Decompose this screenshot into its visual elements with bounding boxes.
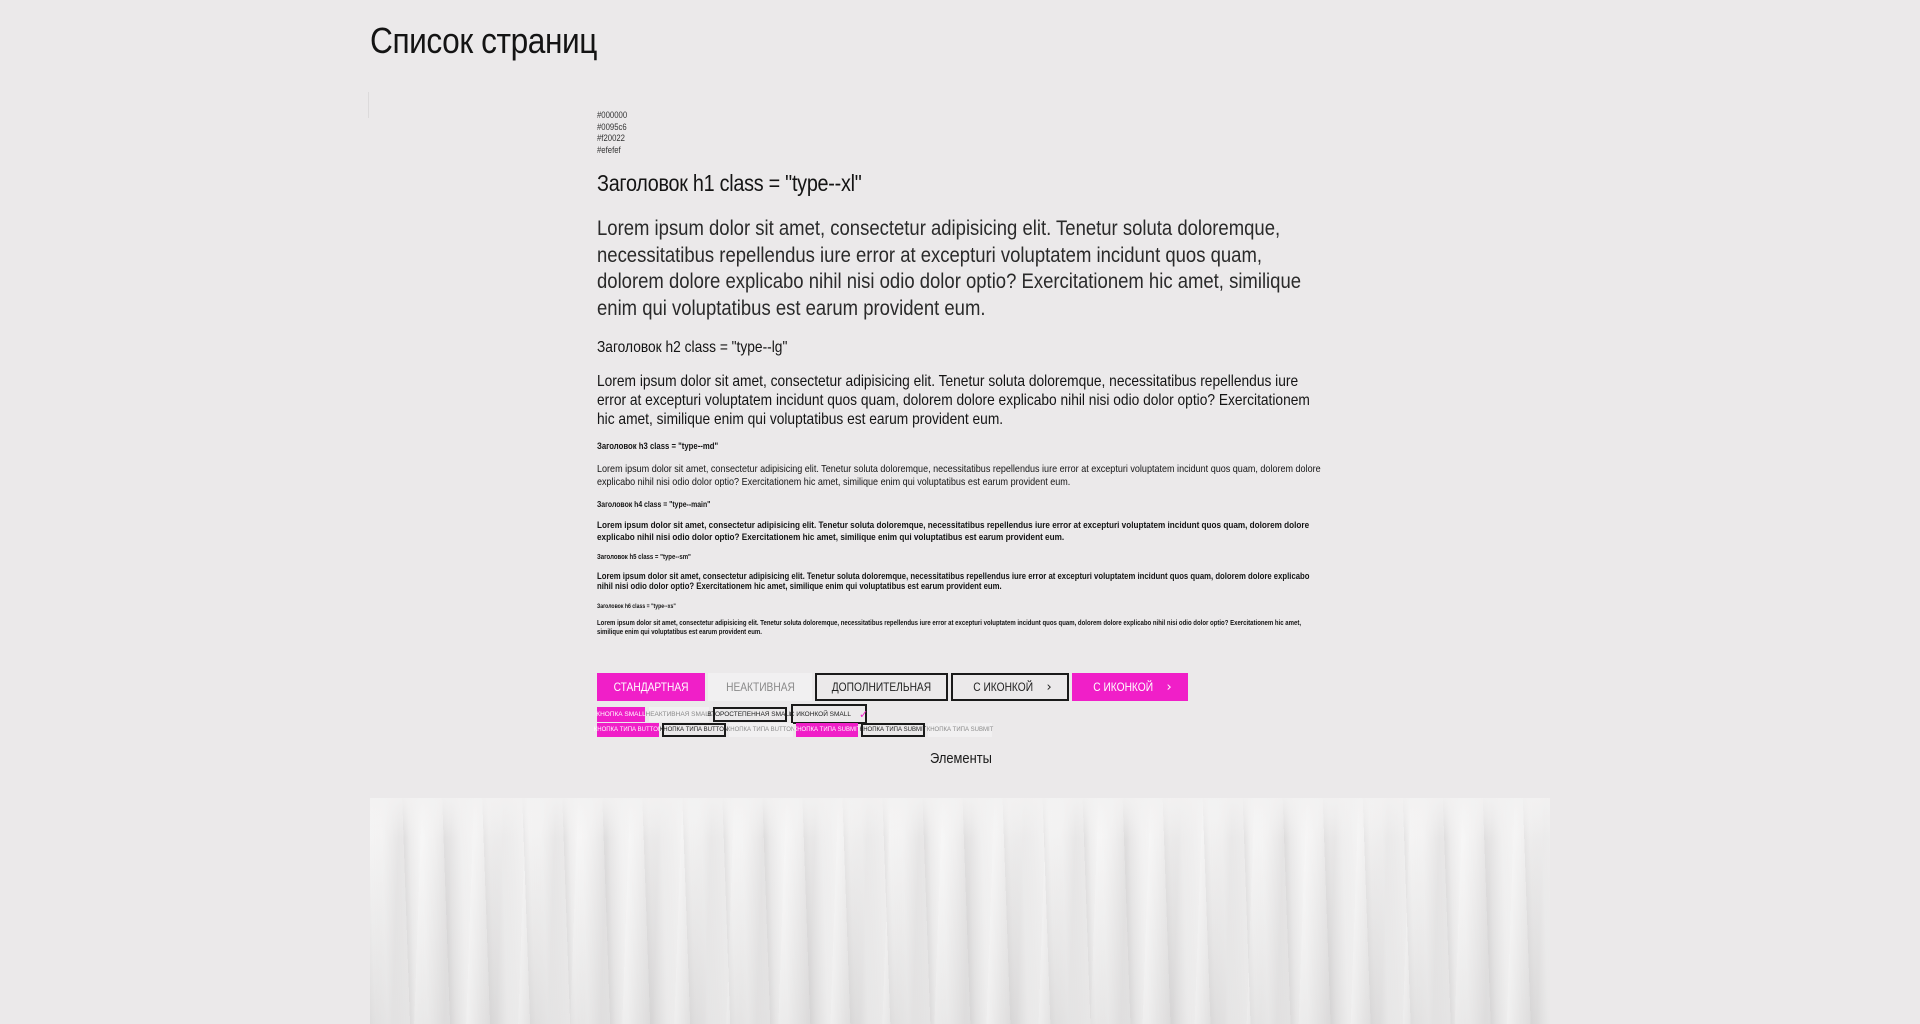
check-icon: ✓ [859,707,869,721]
background-fade [370,798,1550,838]
type-submit-disabled[interactable]: Кнопка типа submit [926,723,994,737]
color-swatch-blue: #0095c6 [597,121,627,132]
background-image [370,798,1550,1024]
heading-h6: Заголовок h6 class = "type--xs" [597,604,676,610]
color-swatch-list: #000000 #0095c6 #f20022 #efefef [597,110,1225,156]
inactive-small-button[interactable]: Неактивная small [646,706,713,722]
paragraph-xs: Lorem ipsum dolor sit amet, consectetur … [597,620,1302,636]
small-button[interactable]: Кнопка small [596,706,646,722]
heading-h4: Заголовок h4 class = "type--main" [597,500,711,509]
paragraph-xl: Lorem ipsum dolor sit amet, consectetur … [597,216,1302,320]
standard-button[interactable]: Стандартная [597,673,705,701]
button-row-types: Кнопка типа button Кнопка типа button Кн… [594,723,995,737]
paragraph-main: Lorem ipsum dolor sit amet, consectetur … [597,520,1310,543]
heading-h5: Заголовок h5 class = "type--sm" [597,554,691,561]
button-label: Стандартная [613,680,689,694]
type-submit-outline[interactable]: Кнопка типа submit [859,723,927,737]
typography-block: #000000 #0095c6 #f20022 #efefef Заголово… [597,110,1321,637]
button-label: Неактивная small [645,710,713,718]
chevron-right-icon: › [1046,679,1052,695]
paragraph-lg: Lorem ipsum dolor sit amet, consectetur … [597,373,1310,428]
button-label: С иконкой [973,680,1034,694]
icon-small-button[interactable]: С иконкой small ✓ [789,704,869,724]
type-button-disabled[interactable]: Кнопка типа button [726,723,796,737]
button-label: Кнопка типа submit [926,727,994,733]
color-swatch-light: #efefef [597,144,621,155]
button-label: С иконкой [1093,680,1154,694]
button-row-small: Кнопка small Неактивная small Второстепе… [596,704,871,724]
style-guide: #000000 #0095c6 #f20022 #efefef Заголово… [597,110,1327,637]
icon-outline-button[interactable]: С иконкой › [951,673,1069,701]
button-label: Кнопка типа submit [793,727,861,733]
type-button-outline[interactable]: Кнопка типа button [659,723,729,737]
elements-link[interactable]: Элементы [930,750,992,767]
button-label: Кнопка small [596,710,646,718]
divider [368,92,369,118]
button-label: Кнопка типа button [593,727,663,733]
page-title: Список страниц [370,20,597,61]
chevron-right-icon: › [1166,679,1172,695]
type-button-primary[interactable]: Кнопка типа button [594,723,662,737]
button-label: Неактивная [725,680,795,694]
paragraph-sm: Lorem ipsum dolor sit amet, consectetur … [597,571,1310,591]
additional-button[interactable]: Дополнительная [815,673,948,701]
button-label: Второстепенная small [707,710,793,718]
heading-h3: Заголовок h3 class = "type--md" [597,441,719,451]
button-label: Кнопка типа submit [859,727,927,733]
button-label: С иконкой small [789,710,851,718]
page: Список страниц #000000 #0095c6 #f20022 #… [0,0,1920,1024]
heading-h1: Заголовок h1 class = "type--xl" [597,170,862,196]
heading-h2: Заголовок h2 class = "type--lg" [597,339,788,356]
button-row-large: Стандартная Неактивная Дополнительная С … [597,673,1191,701]
additional-small-button[interactable]: Второстепенная small [707,706,793,722]
color-swatch-black: #000000 [597,110,628,120]
icon-primary-button[interactable]: С иконкой › [1072,673,1188,701]
button-label: Кнопка типа button [726,727,796,733]
inactive-button[interactable]: Неактивная [708,673,812,701]
paragraph-md: Lorem ipsum dolor sit amet, consectetur … [597,463,1321,488]
button-label: Дополнительная [831,680,932,694]
type-submit-primary[interactable]: Кнопка типа submit [793,723,861,737]
color-swatch-red: #f20022 [597,133,625,143]
button-label: Кнопка типа button [659,727,729,733]
